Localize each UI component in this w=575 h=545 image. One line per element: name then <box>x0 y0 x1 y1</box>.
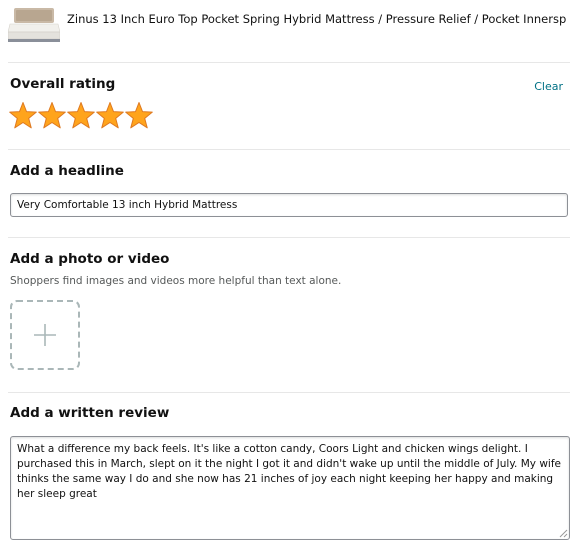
overall-rating-heading: Overall rating <box>10 76 116 92</box>
add-photo-button[interactable] <box>10 300 80 370</box>
review-textarea[interactable]: What a difference my back feels. It's li… <box>10 436 570 540</box>
star-icon[interactable] <box>37 101 67 131</box>
star-icon[interactable] <box>66 101 96 131</box>
headline-heading: Add a headline <box>10 163 124 179</box>
photo-helper-text: Shoppers find images and videos more hel… <box>10 275 342 287</box>
divider <box>8 149 570 150</box>
star-icon[interactable] <box>124 101 154 131</box>
resize-handle-icon[interactable] <box>559 529 568 538</box>
mattress-thumbnail <box>8 6 60 44</box>
clear-rating-link[interactable]: Clear <box>534 80 563 93</box>
divider <box>8 392 570 393</box>
photo-video-heading: Add a photo or video <box>10 251 170 267</box>
product-header: Zinus 13 Inch Euro Top Pocket Spring Hyb… <box>8 6 568 46</box>
divider <box>8 62 570 63</box>
plus-icon <box>34 324 56 346</box>
star-icon[interactable] <box>95 101 125 131</box>
product-title[interactable]: Zinus 13 Inch Euro Top Pocket Spring Hyb… <box>67 12 567 26</box>
divider <box>8 237 570 238</box>
star-icon[interactable] <box>8 101 38 131</box>
headline-input[interactable] <box>10 193 568 217</box>
written-review-heading: Add a written review <box>10 405 170 421</box>
star-rating[interactable] <box>8 101 153 131</box>
